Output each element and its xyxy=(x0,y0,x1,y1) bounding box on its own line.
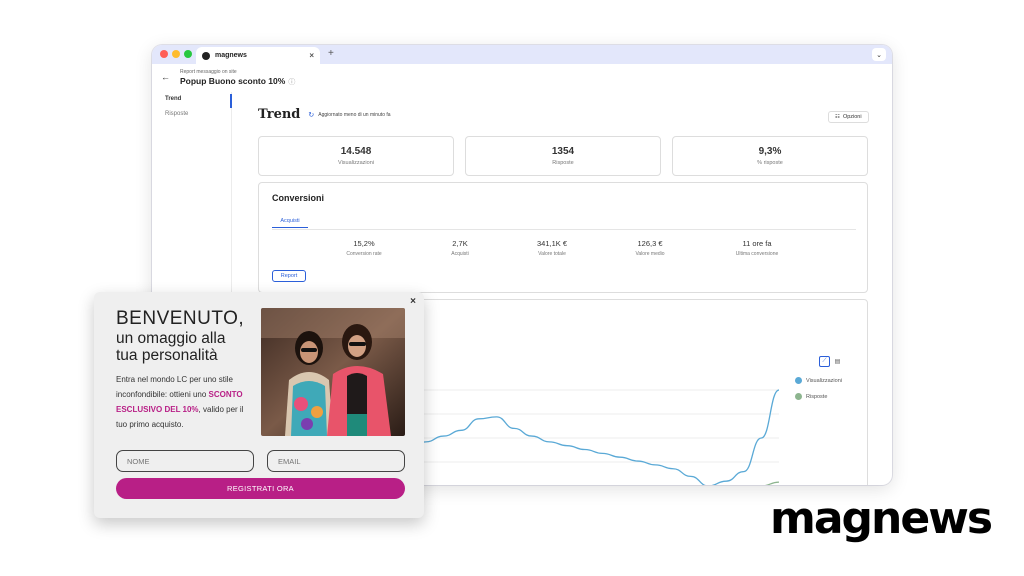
popup-subheadline-line2: tua personalità xyxy=(116,347,218,364)
legend-label: Visualizzazioni xyxy=(806,377,842,384)
kpi-value: 9,3% xyxy=(758,146,782,157)
stat-value: 15,2% xyxy=(353,239,375,248)
new-tab-icon[interactable]: + xyxy=(328,48,334,59)
page-title: Popup Buono sconto 10% ⓘ xyxy=(180,76,295,87)
name-field[interactable] xyxy=(116,450,254,472)
legend-label: Risposte xyxy=(806,393,828,400)
updated-status: Aggiornato meno di un minuto fa xyxy=(318,111,391,118)
tab-divider xyxy=(272,229,856,230)
stat-value: 341,1K € xyxy=(536,239,568,248)
kpi-card-visualizzazioni: 14.548 Visualizzazioni xyxy=(258,136,454,176)
stat-value: 2,7K xyxy=(452,239,468,248)
report-button[interactable]: Report xyxy=(272,270,306,282)
conversions-card: Conversioni Acquisti 15,2% Conversion ra… xyxy=(258,182,868,293)
popup-subheadline-line1: un omaggio alla xyxy=(116,330,226,347)
app-header: ← Report messaggio on site Popup Buono s… xyxy=(152,64,892,92)
conversion-stat: 126,3 € Valore medio xyxy=(610,239,690,257)
popup-body: Entra nel mondo LC per uno stile inconfo… xyxy=(116,372,251,432)
magnews-logo: magnews xyxy=(770,493,993,544)
kpi-label: Risposte xyxy=(552,160,574,166)
sidebar-item-trend[interactable]: Trend xyxy=(165,96,181,102)
minimize-window-button[interactable] xyxy=(172,50,180,58)
register-button[interactable]: REGISTRATI ORA xyxy=(116,478,405,499)
conversion-stat: 341,1K € Valore totale xyxy=(512,239,592,257)
refresh-icon[interactable]: ↻ xyxy=(308,111,314,119)
stat-value: 126,3 € xyxy=(637,239,663,248)
window-controls xyxy=(160,50,192,58)
breadcrumb: Report messaggio on site xyxy=(180,69,237,75)
kpi-label: Visualizzazioni xyxy=(338,160,374,166)
legend-item-visualizzazioni[interactable]: Visualizzazioni xyxy=(795,377,842,384)
sidebar-active-indicator xyxy=(230,94,232,108)
stat-label: Conversion rate xyxy=(346,251,382,257)
close-icon[interactable]: × xyxy=(410,296,416,307)
trend-title: Trend xyxy=(258,107,301,122)
email-field[interactable] xyxy=(267,450,405,472)
page-title-text: Popup Buono sconto 10% xyxy=(180,76,286,86)
sidebar-item-risposte[interactable]: Risposte xyxy=(165,111,188,117)
fashion-photo-illustration xyxy=(261,308,405,436)
info-icon[interactable]: ⓘ xyxy=(288,79,295,86)
legend-swatch xyxy=(795,393,802,400)
options-button[interactable]: ☷ Opzioni xyxy=(828,111,869,123)
close-window-button[interactable] xyxy=(160,50,168,58)
browser-tab[interactable]: magnews × xyxy=(196,47,320,64)
tab-acquisti[interactable]: Acquisti xyxy=(272,218,308,228)
tab-close-icon[interactable]: × xyxy=(309,51,314,60)
popup-headline: BENVENUTO, xyxy=(116,308,245,329)
signup-popup: × BENVENUTO, un omaggio alla tua persona… xyxy=(94,292,424,518)
stat-label: Ultima conversione xyxy=(735,251,779,257)
options-icon: ☷ xyxy=(835,114,840,120)
stage: magnews × + ⌄ ← Report messaggio on site… xyxy=(0,0,1024,576)
kpi-value: 14.548 xyxy=(340,146,372,157)
stat-label: Valore medio xyxy=(635,251,665,257)
trend-header: Trend ↻ Aggiornato meno di un minuto fa xyxy=(258,107,391,122)
conversions-title: Conversioni xyxy=(272,193,325,203)
legend-swatch xyxy=(795,377,802,384)
conversion-stat: 11 ore fa Ultima conversione xyxy=(717,239,797,257)
conversion-stat: 2,7K Acquisti xyxy=(420,239,500,257)
kpi-card-risposte: 1354 Risposte xyxy=(465,136,661,176)
stat-label: Valore totale xyxy=(538,251,566,257)
kpi-value: 1354 xyxy=(551,146,575,157)
magnews-favicon-icon xyxy=(202,51,210,60)
options-label: Opzioni xyxy=(842,114,862,120)
kpi-card-percent-risposte: 9,3% % risposte xyxy=(672,136,868,176)
stat-value: 11 ore fa xyxy=(742,239,772,248)
kpi-label: % risposte xyxy=(757,160,783,166)
back-arrow-icon[interactable]: ← xyxy=(161,72,170,82)
conversion-stat: 15,2% Conversion rate xyxy=(324,239,404,257)
legend-item-risposte[interactable]: Risposte xyxy=(795,393,827,400)
fashion-photo xyxy=(261,308,405,436)
stat-label: Acquisti xyxy=(451,251,469,257)
maximize-window-button[interactable] xyxy=(184,50,192,58)
tab-title: magnews xyxy=(215,52,247,59)
chevron-down-icon[interactable]: ⌄ xyxy=(872,48,886,61)
browser-titlebar: magnews × + ⌄ xyxy=(152,45,892,64)
